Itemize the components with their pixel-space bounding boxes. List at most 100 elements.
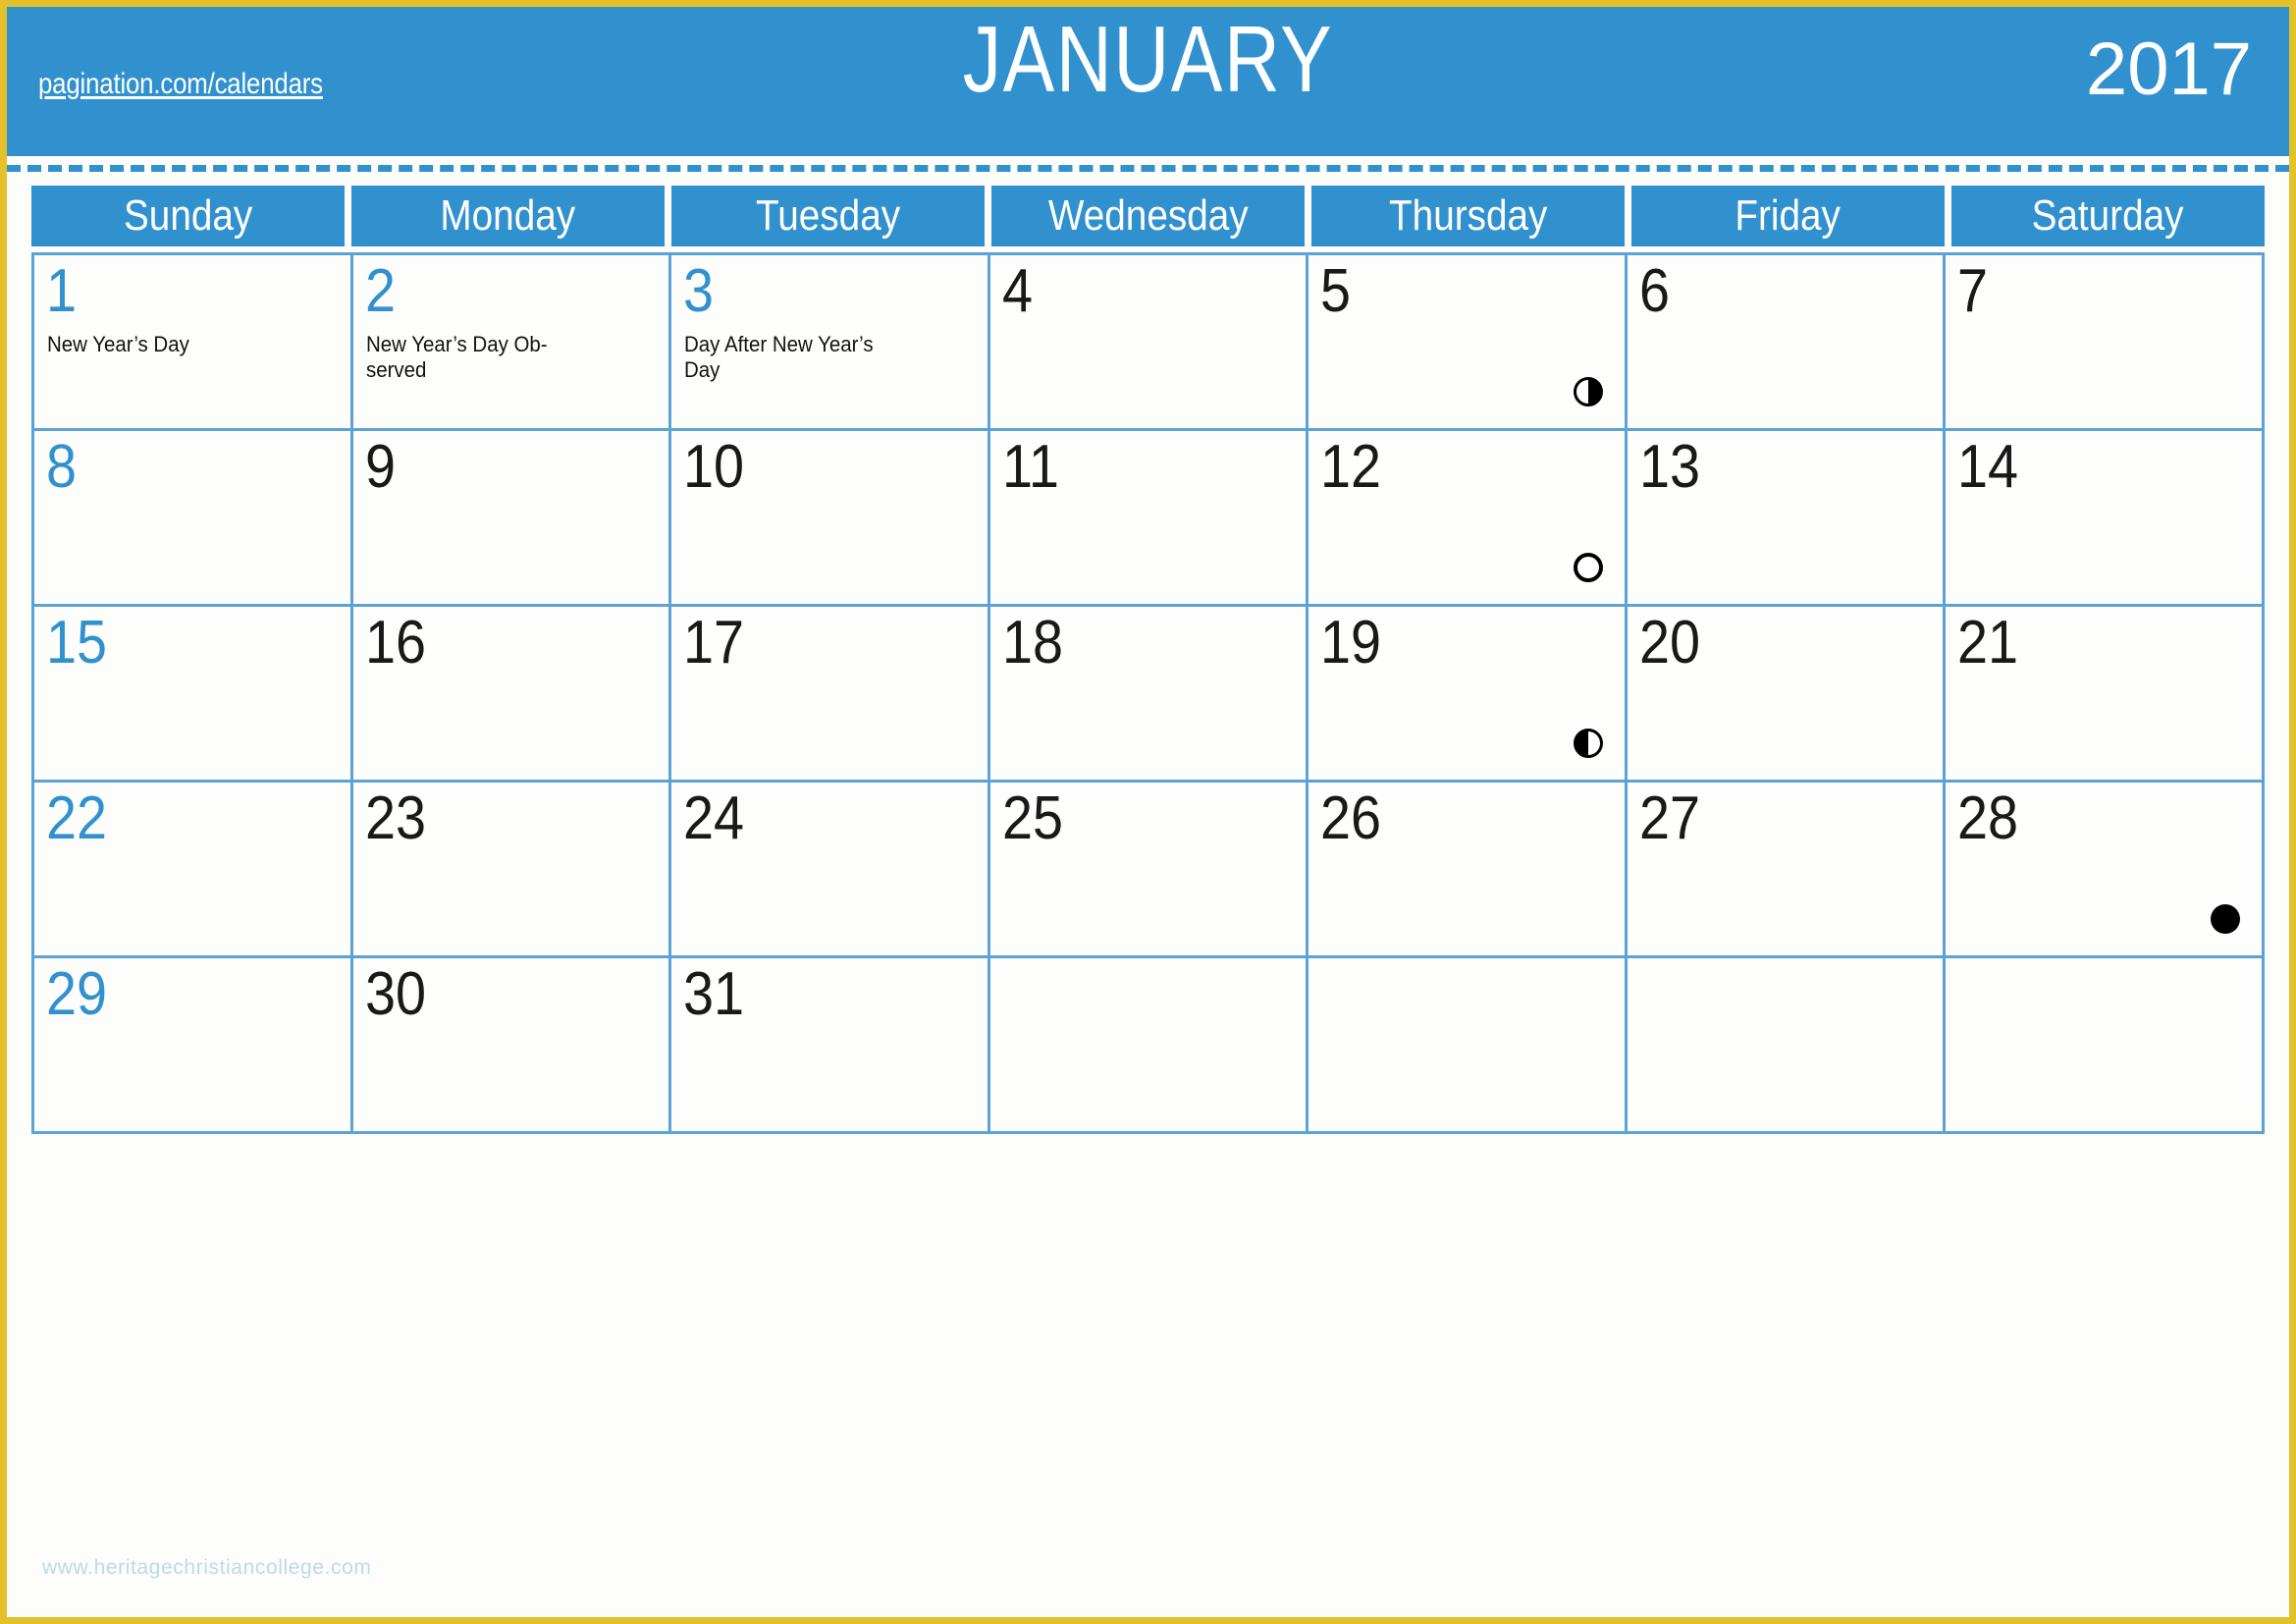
day-cell-17[interactable]: 17 (671, 607, 990, 783)
day-number: 23 (364, 785, 426, 852)
day-cell-19[interactable]: 19 (1308, 607, 1628, 783)
day-number: 12 (1320, 433, 1382, 501)
weekday-header-wednesday: Wednesday (991, 186, 1305, 246)
day-cell-15[interactable]: 15 (34, 607, 353, 783)
day-number: 30 (364, 960, 426, 1028)
day-cell-26[interactable]: 26 (1308, 783, 1628, 958)
day-number: 15 (46, 609, 108, 677)
day-number: 1 (46, 257, 78, 325)
day-cell-10[interactable]: 10 (671, 431, 990, 607)
day-number: 16 (364, 609, 426, 677)
calendar-week-row: 1 New Year’s Day 2 New Year’s Day Ob-served… (34, 255, 2266, 431)
day-cell-20[interactable]: 20 (1627, 607, 1947, 783)
day-cell-27[interactable]: 27 (1627, 783, 1947, 958)
day-cell-11[interactable]: 11 (989, 431, 1309, 607)
weekday-header-friday: Friday (1631, 186, 1945, 246)
day-cell-3[interactable]: 3 Day After New Year’s Day (671, 255, 990, 431)
day-cell-1[interactable]: 1 New Year’s Day (34, 255, 353, 431)
day-cell-21[interactable]: 21 (1946, 607, 2266, 783)
weekday-label: Sunday (123, 191, 253, 240)
calendar-week-row: 15 16 17 18 19 20 21 (34, 607, 2266, 783)
day-cell-empty (1308, 958, 1628, 1134)
day-cell-13[interactable]: 13 (1627, 431, 1947, 607)
day-cell-4[interactable]: 4 (989, 255, 1309, 431)
day-number: 28 (1957, 785, 2019, 852)
weekday-label: Saturday (2032, 191, 2184, 240)
header-divider (7, 165, 2289, 172)
calendar-week-row: 22 23 24 25 26 27 28 (34, 783, 2266, 958)
day-number: 19 (1320, 609, 1382, 677)
day-number: 22 (46, 785, 108, 852)
day-number: 27 (1638, 785, 1700, 852)
calendar-week-row: 29 30 31 (34, 958, 2266, 1134)
day-cell-7[interactable]: 7 (1946, 255, 2266, 431)
day-cell-22[interactable]: 22 (34, 783, 353, 958)
weekday-header-monday: Monday (351, 186, 665, 246)
calendar-page: pagination.com/calendars JANUARY 2017 Su… (0, 0, 2296, 1624)
day-number: 8 (46, 433, 78, 501)
day-event-label: New Year’s Day (47, 332, 189, 356)
day-number: 20 (1638, 609, 1700, 677)
weekday-header-saturday: Saturday (1951, 186, 2265, 246)
day-number: 10 (683, 433, 745, 501)
day-number: 7 (1957, 257, 1989, 325)
weekday-label: Monday (440, 191, 576, 240)
day-number: 17 (683, 609, 745, 677)
weekday-label: Thursday (1388, 191, 1548, 240)
day-cell-18[interactable]: 18 (989, 607, 1309, 783)
new-moon-icon (2211, 904, 2241, 934)
first-quarter-moon-icon (1573, 377, 1603, 406)
day-event-label: New Year’s Day Ob-served (365, 332, 548, 382)
weekday-header-row: Sunday Monday Tuesday Wednesday Thursday Frid… (31, 186, 2265, 246)
day-cell-16[interactable]: 16 (352, 607, 672, 783)
day-number: 6 (1638, 257, 1670, 325)
day-cell-23[interactable]: 23 (352, 783, 672, 958)
day-cell-28[interactable]: 28 (1946, 783, 2266, 958)
calendar-header: pagination.com/calendars JANUARY 2017 (7, 7, 2289, 156)
day-cell-6[interactable]: 6 (1627, 255, 1947, 431)
day-number: 13 (1638, 433, 1700, 501)
day-number: 18 (1001, 609, 1063, 677)
day-cell-8[interactable]: 8 (34, 431, 353, 607)
day-number: 9 (364, 433, 396, 501)
day-cell-empty (1946, 958, 2266, 1134)
day-number: 29 (46, 960, 108, 1028)
day-cell-empty (1627, 958, 1947, 1134)
day-number: 24 (683, 785, 745, 852)
day-number: 14 (1957, 433, 2019, 501)
weekday-header-sunday: Sunday (31, 186, 345, 246)
day-cell-5[interactable]: 5 (1308, 255, 1628, 431)
day-number: 31 (683, 960, 745, 1028)
weekday-label: Friday (1735, 191, 1842, 240)
day-cell-14[interactable]: 14 (1946, 431, 2266, 607)
weekday-header-tuesday: Tuesday (671, 186, 985, 246)
watermark-text: www.heritagechristiancollege.com (42, 1556, 372, 1579)
day-cell-9[interactable]: 9 (352, 431, 672, 607)
calendar-grid: 1 New Year’s Day 2 New Year’s Day Ob-served… (31, 252, 2266, 1134)
day-cell-2[interactable]: 2 New Year’s Day Ob-served (352, 255, 672, 431)
year-label: 2017 (2085, 27, 2252, 111)
weekday-header-thursday: Thursday (1311, 186, 1625, 246)
day-number: 25 (1001, 785, 1063, 852)
day-number: 2 (364, 257, 396, 325)
day-number: 11 (1001, 433, 1059, 501)
weekday-label: Wednesday (1047, 191, 1249, 240)
day-cell-31[interactable]: 31 (671, 958, 990, 1134)
weekday-label: Tuesday (755, 191, 901, 240)
day-number: 5 (1320, 257, 1352, 325)
full-moon-icon (1573, 553, 1603, 582)
day-number: 21 (1957, 609, 2019, 677)
day-cell-29[interactable]: 29 (34, 958, 353, 1134)
page-title: JANUARY (962, 7, 1334, 112)
day-cell-12[interactable]: 12 (1308, 431, 1628, 607)
last-quarter-moon-icon (1573, 729, 1603, 758)
day-cell-25[interactable]: 25 (989, 783, 1309, 958)
day-number: 26 (1320, 785, 1382, 852)
day-cell-24[interactable]: 24 (671, 783, 990, 958)
day-number: 4 (1001, 257, 1033, 325)
calendar-week-row: 8 9 10 11 12 13 14 (34, 431, 2266, 607)
day-number: 3 (683, 257, 715, 325)
day-cell-30[interactable]: 30 (352, 958, 672, 1134)
day-event-label: Day After New Year’s Day (684, 332, 874, 382)
day-cell-empty (989, 958, 1309, 1134)
